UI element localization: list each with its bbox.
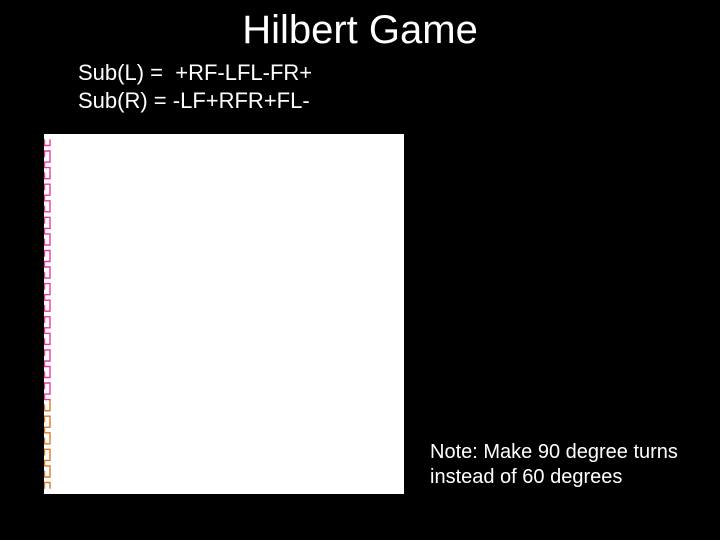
hilbert-curve-svg (44, 134, 404, 494)
note-text: Note: Make 90 degree turns instead of 60… (430, 440, 700, 490)
hilbert-curve-figure (44, 134, 404, 494)
hilbert-segment (44, 140, 50, 228)
hilbert-segment (44, 311, 50, 399)
substitution-rules: Sub(L) = +RF-LFL-FR+ Sub(R) = -LF+RFR+FL… (0, 59, 720, 124)
rule-L: Sub(L) = +RF-LFL-FR+ (78, 59, 720, 87)
hilbert-segment (44, 228, 50, 311)
hilbert-segment (44, 400, 50, 488)
rule-R: Sub(R) = -LF+RFR+FL- (78, 87, 720, 115)
page-title: Hilbert Game (0, 0, 720, 59)
